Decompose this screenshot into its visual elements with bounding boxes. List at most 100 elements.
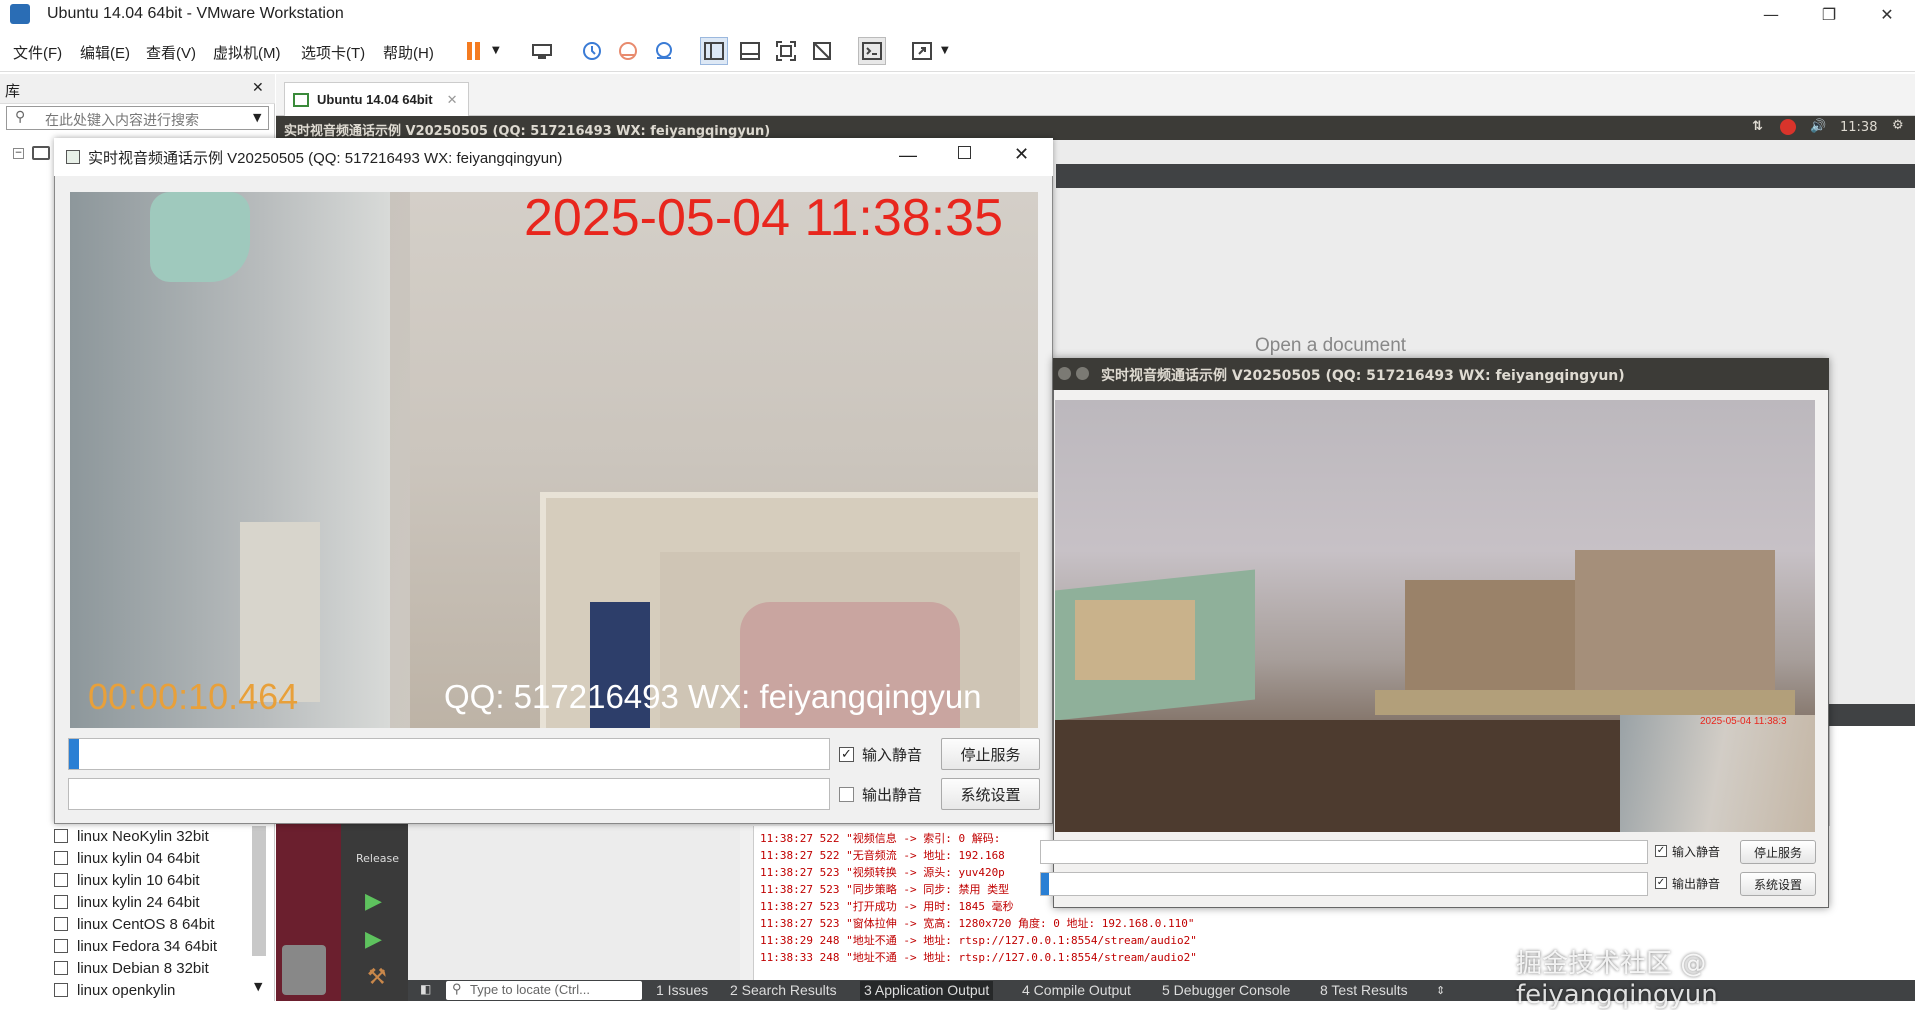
menu-edit[interactable]: 编辑(E) [80, 42, 130, 63]
toggle-sidebar-icon[interactable]: ◧ [420, 982, 431, 996]
menu-tabs[interactable]: 选项卡(T) [301, 42, 365, 63]
input-method-icon[interactable] [1780, 119, 1796, 135]
stretch-icon [912, 42, 932, 60]
minimize-button[interactable]: — [1743, 0, 1799, 28]
search-dropdown-icon[interactable]: ▼ [253, 111, 261, 124]
unity-button[interactable] [808, 37, 836, 65]
vm-tab-strip: Ubuntu 14.04 64bit ✕ [276, 74, 1915, 116]
video-box-region [1075, 600, 1195, 680]
vm-item[interactable]: linux kylin 24 64bit [54, 891, 200, 913]
tab-issues[interactable]: 1 Issues [656, 982, 708, 998]
show-library-button[interactable] [700, 37, 728, 65]
stop-service-button[interactable]: 停止服务 [941, 738, 1040, 770]
menu-view[interactable]: 查看(V) [146, 42, 196, 63]
vm-item[interactable]: linux CentOS 8 64bit [54, 913, 215, 935]
network-icon[interactable]: ⇅ [1752, 119, 1763, 134]
menu-file[interactable]: 文件(F) [13, 42, 62, 63]
tab-ubuntu[interactable]: Ubuntu 14.04 64bit ✕ [284, 82, 469, 116]
input-mute-checkbox[interactable]: ✓ [839, 747, 854, 762]
side-panel-header [1829, 704, 1915, 726]
watermark-text: 掘金技术社区 @ feiyangqingyun [1516, 949, 1718, 1010]
win1-close-button[interactable]: ✕ [1014, 144, 1029, 165]
snapshot-button[interactable] [578, 37, 606, 65]
remote-output-volume-fill [1041, 873, 1049, 895]
log-line: 11:38:27 522 "视频信息 -> 索引: 0 解码: [760, 832, 1001, 845]
remote-output-mute-checkbox[interactable]: ✓ [1655, 877, 1667, 889]
video-elapsed-overlay: 00:00:10.464 [88, 676, 299, 717]
output-mute-label: 输出静音 [862, 786, 923, 804]
tab-application-output[interactable]: 3 Application Output [860, 981, 994, 1000]
window-titlebar: Ubuntu 14.04 64bit - VMware Workstation … [0, 0, 1915, 28]
scroll-down-icon[interactable]: ▼ [254, 980, 262, 993]
log-line: 11:38:27 523 "窗体拉伸 -> 宽高: 1280x720 角度: 0… [760, 917, 1195, 930]
local-video: 2025-05-04 11:38:35 00:00:10.464 QQ: 517… [70, 192, 1038, 728]
app-window-remote-title: 实时视音频通话示例 V20250505 (QQ: 517216493 WX: f… [1101, 368, 1625, 384]
vm-item[interactable]: linux kylin 04 64bit [54, 847, 200, 869]
locator-placeholder: Type to locate (Ctrl... [470, 982, 590, 997]
snapshot-manager-button[interactable] [650, 37, 678, 65]
open-document-label: Open a document [1255, 335, 1407, 356]
locator-input[interactable]: ⚲ Type to locate (Ctrl... [446, 981, 642, 1000]
win2-close-button[interactable] [1058, 367, 1071, 380]
win2-minimize-button[interactable] [1076, 367, 1089, 380]
tab-test-results[interactable]: 8 Test Results [1320, 982, 1408, 998]
video-box-region [1575, 550, 1775, 700]
settings-button[interactable]: 系统设置 [941, 778, 1040, 810]
trash-icon[interactable] [282, 945, 326, 995]
menu-help[interactable]: 帮助(H) [383, 42, 434, 63]
build-hammer-icon[interactable]: ⚒ [367, 965, 387, 990]
log-line: 11:38:33 248 "地址不通 -> 地址: rtsp://127.0.0… [760, 951, 1197, 964]
more-tabs-icon[interactable]: ⇕ [1436, 984, 1445, 997]
remote-input-mute-checkbox[interactable]: ✓ [1655, 845, 1667, 857]
input-volume-fill [69, 739, 79, 769]
fullscreen-icon [776, 41, 796, 61]
stretch-dropdown-icon[interactable]: ▼ [941, 45, 949, 56]
console-view-button[interactable] [858, 37, 886, 65]
tab-search-results[interactable]: 2 Search Results [730, 982, 837, 998]
vm-icon [54, 961, 68, 975]
log-scrollbar[interactable] [740, 826, 754, 980]
vm-icon [54, 895, 68, 909]
remote-input-volume-bar [1040, 840, 1648, 864]
input-volume-bar [68, 738, 830, 770]
debug-run-icon[interactable]: ▶ [365, 927, 382, 952]
library-search-input[interactable]: ⚲ 在此处键入内容进行搜索 ▼ [6, 106, 269, 130]
menubar: 文件(F) 编辑(E) 查看(V) 虚拟机(M) 选项卡(T) 帮助(H) [0, 28, 1915, 72]
win1-minimize-button[interactable]: — [899, 145, 917, 166]
vmware-logo-icon [10, 4, 30, 24]
volume-icon[interactable]: 🔊 [1810, 119, 1826, 134]
vm-item[interactable]: linux Fedora 34 64bit [54, 935, 217, 957]
pause-dropdown-icon[interactable]: ▼ [492, 45, 500, 56]
vm-item[interactable]: linux NeoKylin 32bit [54, 825, 209, 847]
thumbnail-bar-button[interactable] [736, 37, 764, 65]
vm-item[interactable]: linux kylin 10 64bit [54, 869, 200, 891]
remote-input-mute-label: 输入静音 [1672, 845, 1721, 859]
run-icon[interactable]: ▶ [365, 889, 382, 914]
tab-compile-output[interactable]: 4 Compile Output [1022, 982, 1131, 998]
pause-icon [467, 42, 480, 60]
fullscreen-button[interactable] [772, 37, 800, 65]
revert-snapshot-button[interactable] [614, 37, 642, 65]
menu-vm[interactable]: 虚拟机(M) [213, 42, 281, 63]
remote-settings-button[interactable]: 系统设置 [1740, 872, 1816, 896]
stretch-button[interactable] [908, 37, 936, 65]
vm-item[interactable]: linux Debian 8 32bit [54, 957, 209, 979]
maximize-button[interactable]: ❐ [1801, 0, 1857, 28]
tab-close-button[interactable]: ✕ [447, 92, 458, 108]
gear-icon[interactable]: ⚙ [1892, 118, 1904, 133]
vm-item[interactable]: linux openkylin [54, 979, 175, 1001]
library-close-button[interactable]: ✕ [252, 80, 264, 96]
library-scrollbar[interactable] [252, 826, 266, 956]
tab-debugger-console[interactable]: 5 Debugger Console [1162, 982, 1290, 998]
send-keys-button[interactable] [528, 37, 556, 65]
remote-stop-service-button[interactable]: 停止服务 [1740, 840, 1816, 864]
thumbnail-icon [740, 42, 760, 60]
win1-maximize-button[interactable] [958, 146, 971, 159]
tree-collapse-icon[interactable]: − [13, 148, 24, 159]
pause-button[interactable] [460, 37, 488, 65]
close-button[interactable]: ✕ [1859, 0, 1915, 28]
remote-output-mute-label: 输出静音 [1672, 877, 1721, 891]
library-search-placeholder: 在此处键入内容进行搜索 [45, 113, 199, 129]
vm-icon [54, 917, 68, 931]
output-mute-checkbox[interactable] [839, 787, 854, 802]
